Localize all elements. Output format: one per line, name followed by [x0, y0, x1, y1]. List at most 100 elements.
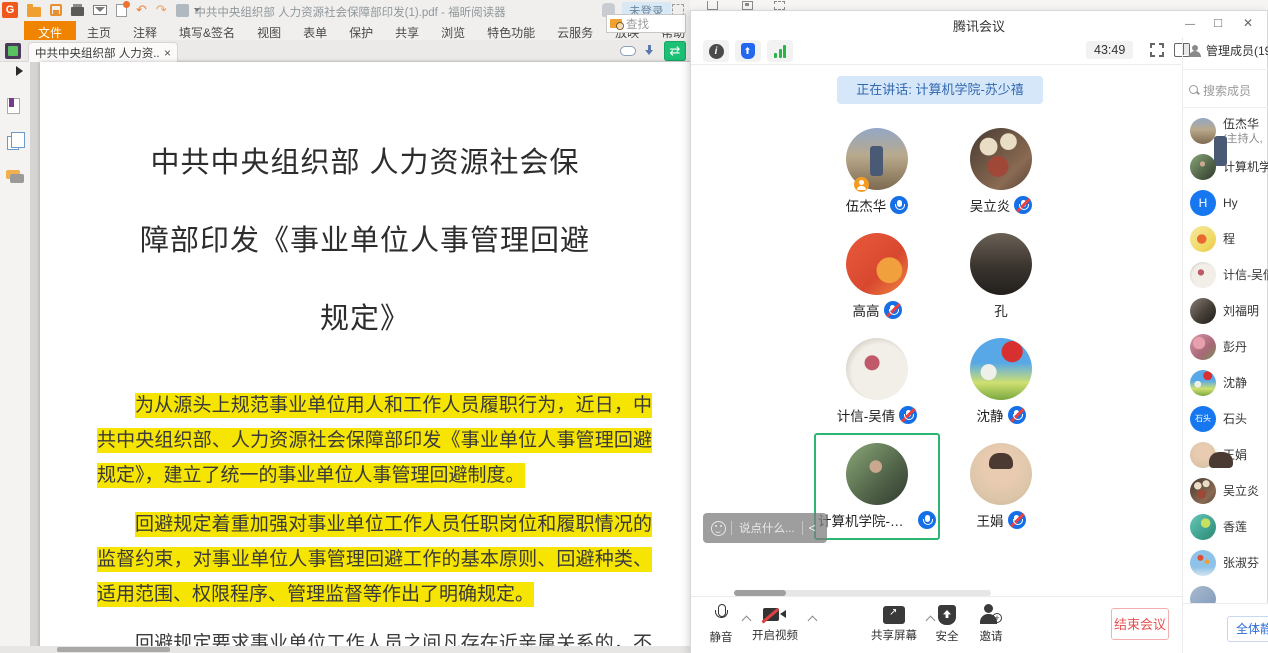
pages-thumbnail-icon[interactable] [7, 136, 19, 150]
network-status-button[interactable] [767, 40, 793, 62]
find-icon [610, 19, 622, 28]
meeting-statusbar: i 43:49 [691, 37, 1181, 65]
document-body: 为从源头上规范事业单位用人和工作人员履职行为，近日，中共中央组织部、人力资源社会… [97, 388, 652, 653]
member-row[interactable]: H Hy [1183, 185, 1268, 221]
foxit-logo-icon[interactable]: G [2, 2, 18, 18]
avatar [846, 128, 908, 190]
cloud-icon[interactable] [620, 46, 636, 56]
member-row[interactable]: 石头 石头 [1183, 401, 1268, 437]
convert-icon[interactable]: ⇄ [664, 41, 686, 61]
meeting-info-button[interactable]: i [703, 40, 729, 62]
participant-tile[interactable]: 孔 [939, 224, 1063, 329]
participant-name: 计信-吴倩 [837, 405, 896, 425]
panel-expand-icon[interactable] [16, 66, 23, 76]
participant-name: 伍杰华 [846, 195, 887, 215]
invite-button[interactable]: + 邀请 [962, 604, 1020, 644]
fullscreen-icon[interactable] [1150, 43, 1164, 57]
comments-icon[interactable] [6, 170, 20, 179]
pdf-menubar: 文件 主页 注释 填写&签名 视图 表单 保护 共享 浏览 特色功能 云服务 放… [24, 22, 696, 42]
participant-grid: 伍杰华 吴立炎 高高 孔 计信-吴倩 [815, 119, 1063, 539]
pdf-horizontal-scrollbar[interactable] [0, 646, 690, 653]
pdf-left-panel [0, 62, 30, 653]
mic-muted-icon [899, 406, 917, 424]
member-row[interactable]: 王娟 [1183, 437, 1268, 473]
member-avatar [1190, 550, 1216, 576]
pdf-page: 中共中央组织部 人力资源社会保 障部印发《事业单位人事管理回避 规定》 为从源头… [40, 62, 690, 653]
participant-tile[interactable]: 吴立炎 [939, 119, 1063, 224]
participant-name: 吴立炎 [970, 195, 1011, 215]
email-icon[interactable] [93, 5, 107, 15]
mic-muted-icon [884, 301, 902, 319]
paragraph: 为从源头上规范事业单位用人和工作人员履职行为，近日，中共中央组织部、人力资源社会… [97, 388, 652, 493]
download-icon[interactable] [644, 45, 656, 57]
reader-app-icon [5, 43, 21, 59]
participant-tile[interactable]: 计信-吴倩 [815, 329, 939, 434]
tab-close-icon[interactable]: × [164, 46, 171, 60]
member-search-placeholder: 搜索成员 [1203, 82, 1251, 99]
member-avatar [1190, 370, 1216, 396]
participant-tile[interactable]: 沈静 [939, 329, 1063, 434]
member-row[interactable]: 程 [1183, 221, 1268, 257]
chat-input[interactable]: 说点什么... < [703, 513, 827, 543]
meeting-protect-button[interactable] [735, 40, 761, 62]
maximize-icon[interactable] [1207, 13, 1229, 33]
member-avatar [1190, 442, 1216, 468]
emoji-icon[interactable] [711, 521, 726, 536]
member-row[interactable]: 计信-吴倩 [1183, 257, 1268, 293]
participant-name: 沈静 [977, 405, 1004, 425]
meeting-title: 腾讯会议 [879, 16, 1079, 35]
member-avatar [1190, 298, 1216, 324]
start-video-button[interactable]: 开启视频 [746, 604, 804, 643]
member-row[interactable]: 张淑芬 [1183, 545, 1268, 581]
avatar [846, 338, 908, 400]
page-layout-icon [774, 1, 785, 10]
member-row[interactable]: 沈静 [1183, 365, 1268, 401]
video-options-chevron[interactable] [809, 615, 817, 623]
member-row[interactable]: 伍杰华(主持人, [1183, 113, 1268, 149]
end-meeting-button[interactable]: 结束会议 [1111, 608, 1169, 640]
mute-all-button[interactable]: 全体静音 [1227, 616, 1268, 642]
page-view-icon [742, 1, 753, 10]
member-row[interactable]: 香莲 [1183, 509, 1268, 545]
member-row[interactable]: 彭丹 [1183, 329, 1268, 365]
share-screen-icon [883, 606, 905, 624]
member-avatar [1190, 334, 1216, 360]
document-tab[interactable]: 中共中央组织部 人力资... × [28, 42, 178, 62]
new-document-icon[interactable] [116, 4, 127, 17]
mute-button[interactable]: 静音 [692, 604, 750, 645]
member-search-input[interactable]: 搜索成员 [1189, 79, 1268, 101]
camera-off-icon [763, 607, 787, 624]
signal-bars-icon [774, 45, 786, 58]
avatar [970, 128, 1032, 190]
member-row[interactable]: 刘福明 [1183, 293, 1268, 329]
member-row[interactable]: 吴立炎 [1183, 473, 1268, 509]
open-file-icon[interactable] [27, 7, 41, 17]
close-icon[interactable] [1237, 13, 1259, 33]
participant-tile[interactable]: 伍杰华 [815, 119, 939, 224]
mic-icon [890, 196, 908, 214]
members-header[interactable]: 管理成员(19) [1189, 42, 1268, 59]
avatar [970, 233, 1032, 295]
participant-name: 计算机学院-苏... [818, 510, 914, 530]
participant-tile[interactable]: 王娟 [939, 434, 1063, 539]
share-screen-button[interactable]: 共享屏幕 [865, 604, 923, 643]
save-icon[interactable] [50, 4, 62, 16]
person-icon [1189, 45, 1202, 57]
chat-collapse-icon[interactable]: < [803, 521, 822, 535]
meeting-titlebar: 腾讯会议 [691, 11, 1267, 37]
participant-name: 孔 [994, 300, 1008, 320]
participant-name: 高高 [853, 300, 880, 320]
member-avatar [1190, 514, 1216, 540]
pdf-document-area[interactable]: 中共中央组织部 人力资源社会保 障部印发《事业单位人事管理回避 规定》 为从源头… [30, 62, 690, 653]
participant-tile-active-speaker[interactable]: 计算机学院-苏... [815, 434, 939, 539]
document-title: 中共中央组织部 人力资源社会保 障部印发《事业单位人事管理回避 规定》 [40, 124, 690, 358]
participant-tile[interactable]: 高高 [815, 224, 939, 329]
minimize-icon[interactable] [1179, 13, 1201, 33]
bookmarks-icon[interactable] [7, 98, 20, 114]
undo-icon[interactable]: ↶ [136, 3, 147, 17]
print-icon[interactable] [71, 7, 84, 16]
pdf-titlebar: G ↶ ↷ 中共中央组织部 人力资源社会保障部印发(1).pdf - 福昕阅读器… [0, 0, 690, 22]
host-badge-icon [854, 177, 869, 192]
scrollbar-thumb[interactable] [57, 647, 170, 652]
find-input[interactable]: 查找 [606, 14, 686, 33]
